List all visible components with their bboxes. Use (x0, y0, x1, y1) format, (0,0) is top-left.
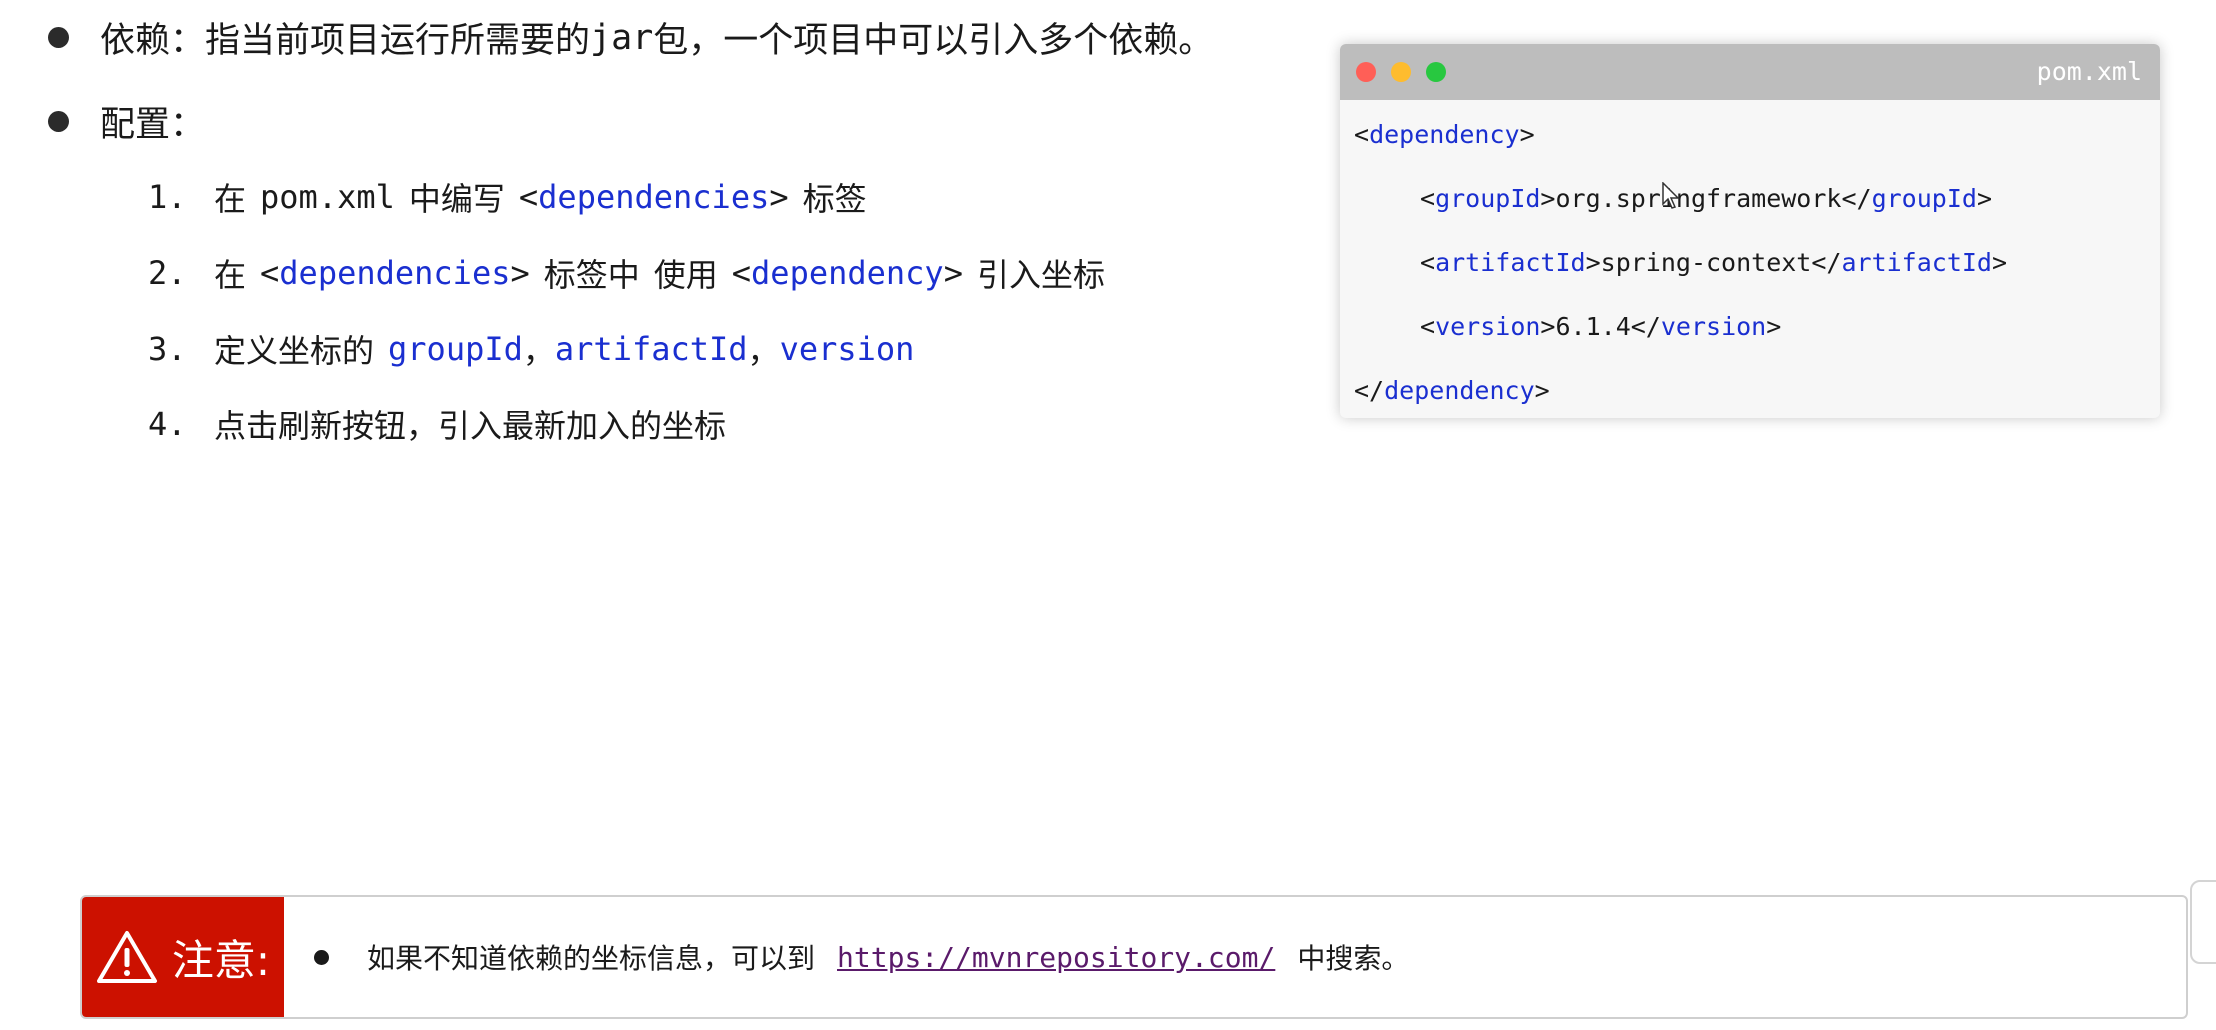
note-text-suffix: 中搜索。 (1297, 942, 1410, 975)
code-punct: < (1420, 248, 1436, 277)
bullet-dependency: 依赖 ： 指当前项目运行所需要的 jar 包，一个项目中可以引入多个依赖。 (48, 12, 1213, 63)
code-value: org.springframework (1555, 184, 1842, 213)
code-tag: artifactId (1435, 248, 1586, 277)
window-maximize-icon[interactable] (1426, 62, 1446, 82)
step-text: 定义坐标的 (214, 332, 375, 370)
code-value: 6.1.4 (1555, 312, 1631, 341)
code-line-1: <dependency> (1354, 120, 1535, 149)
code-line-3: <artifactId>spring-context</artifactId> (1420, 248, 2007, 277)
code-punct: < (1354, 120, 1370, 149)
window-minimize-icon[interactable] (1391, 62, 1411, 82)
step-angle-open: < (518, 178, 539, 216)
code-punct: </ (1354, 376, 1385, 405)
step-angle-close: > (769, 178, 789, 216)
step-text: 在 (214, 180, 247, 218)
note-label-box: 注意: (82, 897, 284, 1017)
mouse-cursor-icon (1662, 182, 1680, 209)
code-tag: dependency (1384, 376, 1535, 405)
bullet-text-prefix: 指当前项目运行所需要的 (205, 21, 591, 61)
step-keyword-groupid: groupId (388, 330, 523, 368)
code-punct: > (1534, 376, 1550, 405)
code-punct: </ (1811, 248, 1842, 277)
side-panel-tab[interactable] (2190, 880, 2216, 964)
note-content: 如果不知道依赖的坐标信息，可以到 https://mvnrepository.c… (314, 897, 1409, 1017)
step-keyword: dependencies (279, 254, 511, 292)
step-text: 在 (214, 256, 247, 294)
step-angle-close: > (510, 254, 530, 292)
step-number: 2. (148, 254, 187, 292)
step-text: 引入坐标 (976, 256, 1105, 294)
code-punct: > (1991, 248, 2008, 277)
step-text: 标签 (802, 180, 867, 218)
code-punct: > (1585, 248, 1601, 277)
code-tag: groupId (1435, 184, 1541, 213)
step-4: 4. 点击刷新按钮，引入最新加入的坐标 (148, 401, 726, 447)
code-window: pom.xml <dependency> <groupId>org.spring… (1340, 44, 2160, 418)
step-number: 3. (148, 330, 187, 368)
bullet-label: 依赖 (100, 21, 171, 61)
note-label: 注意: (171, 935, 271, 985)
mvnrepository-link[interactable]: https://mvnrepository.com/ (837, 941, 1275, 974)
code-value: spring-context (1600, 248, 1812, 277)
window-close-icon[interactable] (1356, 62, 1376, 82)
bullet-config: 配置 ： (48, 96, 205, 147)
step-comma: ， (522, 332, 555, 370)
step-3: 3. 定义坐标的 groupId ， artifactId ， version (148, 326, 914, 372)
step-number: 1. (148, 178, 187, 216)
step-angle-open: < (731, 254, 752, 292)
step-text: 中编写 (408, 180, 505, 218)
step-keyword: dependency (751, 254, 944, 292)
code-tag: version (1435, 312, 1541, 341)
warning-icon (96, 931, 157, 983)
step-text: 标签中 (543, 256, 640, 294)
code-punct: > (1540, 184, 1556, 213)
code-line-2: <groupId>org.springframework</groupId> (1420, 184, 1992, 213)
bullet-text-code: jar (590, 17, 654, 58)
bullet-dot (48, 111, 69, 132)
code-punct: > (1519, 120, 1535, 149)
bullet-text-suffix: 包，一个项目中可以引入多个依赖。 (653, 21, 1214, 61)
code-line-4: <version>6.1.4</version> (1420, 312, 1781, 341)
step-angle-open: < (260, 254, 280, 292)
code-tag: artifactId (1841, 248, 1992, 277)
code-tag: groupId (1871, 184, 1977, 213)
step-comma: ， (747, 332, 780, 370)
step-text: 点击刷新按钮，引入最新加入的坐标 (214, 407, 727, 445)
bullet-separator: ： (170, 105, 206, 145)
step-keyword-artifactid: artifactId (554, 330, 748, 368)
note-bullet-dot (314, 949, 329, 965)
step-angle-close: > (943, 254, 963, 292)
code-tag: version (1660, 312, 1767, 341)
code-punct: < (1420, 184, 1436, 213)
step-number: 4. (148, 405, 187, 443)
step-keyword-version: version (779, 330, 915, 368)
code-titlebar: pom.xml (1340, 44, 2160, 100)
code-filename: pom.xml (2036, 57, 2142, 86)
code-punct: < (1420, 312, 1436, 341)
code-tag: dependency (1369, 120, 1520, 149)
code-punct: > (1766, 312, 1782, 341)
bullet-dot (48, 27, 69, 48)
note-banner: 注意: 如果不知道依赖的坐标信息，可以到 https://mvnreposito… (80, 895, 2188, 1019)
code-line-5: </dependency> (1354, 376, 1550, 405)
code-punct: </ (1630, 312, 1661, 341)
step-text: 使用 (653, 256, 718, 294)
step-code-filename: pom.xml (260, 178, 395, 216)
step-keyword: dependencies (538, 178, 770, 216)
code-punct: > (1976, 184, 1992, 213)
note-text-prefix: 如果不知道依赖的坐标信息，可以到 (367, 942, 816, 975)
step-1: 1. 在 pom.xml 中编写 < dependencies > 标签 (148, 174, 867, 220)
code-punct: </ (1841, 184, 1872, 213)
code-punct: > (1540, 312, 1556, 341)
bullet-separator: ： (170, 21, 206, 61)
step-2: 2. 在 < dependencies > 标签中 使用 < dependency > … (148, 250, 1105, 296)
bullet-label: 配置 (100, 105, 171, 145)
